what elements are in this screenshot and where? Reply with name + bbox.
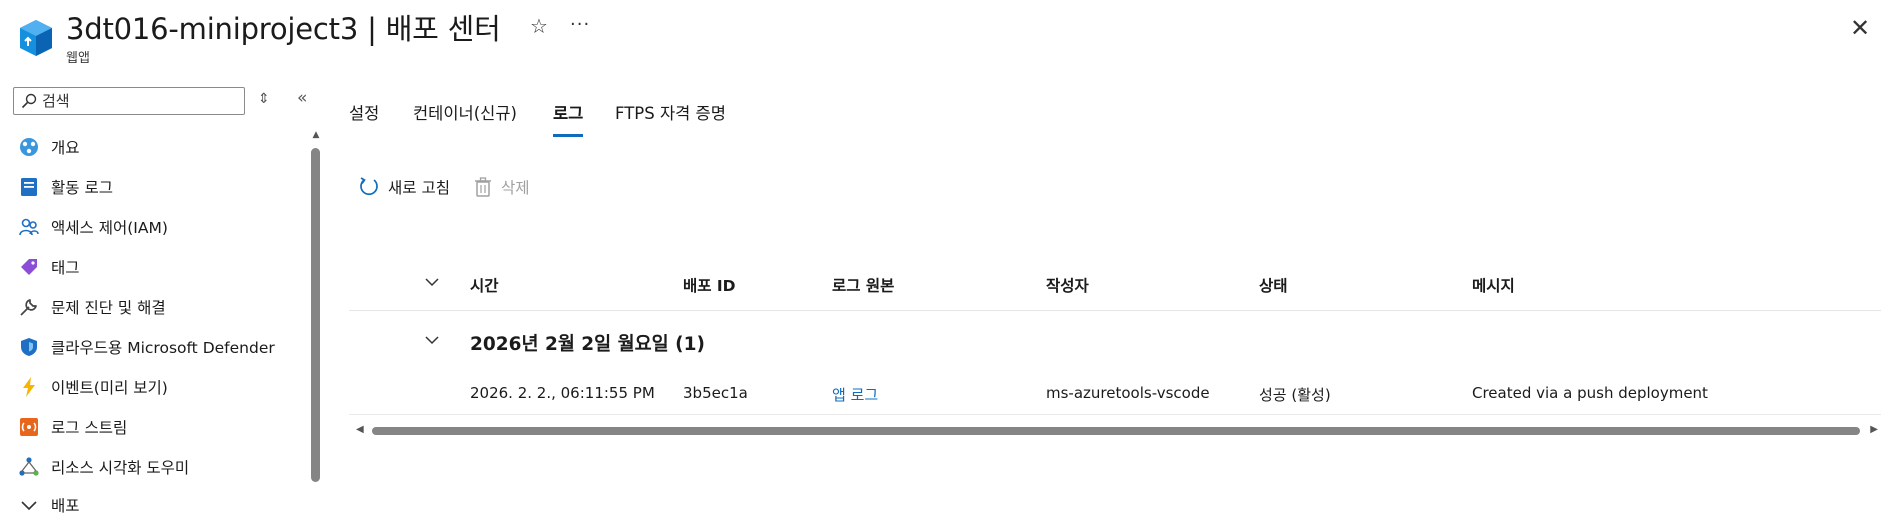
sidebar-item-label: 로그 스트림	[51, 419, 128, 437]
scroll-right-icon[interactable]: ▶	[1870, 424, 1878, 435]
sidebar-item-iam[interactable]: 액세스 제어(IAM)	[18, 212, 308, 242]
sidebar-item-diagnose[interactable]: 문제 진단 및 해결	[18, 292, 308, 322]
trash-icon	[475, 177, 491, 197]
sidebar-search-box[interactable]	[13, 87, 245, 115]
sidebar-item-events[interactable]: 이벤트(미리 보기)	[18, 372, 308, 402]
refresh-label: 새로 고침	[388, 179, 450, 197]
tab-settings[interactable]: 설정	[349, 100, 379, 124]
grid-horizontal-scrollbar[interactable]: ◀ ▶	[352, 423, 1882, 437]
column-header-author[interactable]: 작성자	[1046, 274, 1089, 296]
column-header-deployment-id[interactable]: 배포 ID	[683, 274, 736, 296]
sidebar-item-label: 개요	[51, 139, 80, 157]
cell-deployment-id: 3b5ec1a	[683, 384, 748, 402]
sidebar-item-defender[interactable]: 클라우드용 Microsoft Defender	[18, 332, 308, 362]
cell-time: 2026. 2. 2., 06:11:55 PM	[470, 384, 655, 402]
sidebar-search-input[interactable]	[42, 90, 237, 112]
sidebar-item-label: 문제 진단 및 해결	[51, 299, 166, 317]
sidebar-item-resource-visualizer[interactable]: 리소스 시각화 도우미	[18, 452, 308, 482]
column-header-message[interactable]: 메시지	[1472, 274, 1515, 296]
horizontal-scrollbar-thumb[interactable]	[372, 427, 1860, 435]
sidebar-item-label: 리소스 시각화 도우미	[51, 459, 190, 477]
log-stream-icon	[20, 418, 38, 436]
column-header-status[interactable]: 상태	[1259, 274, 1288, 296]
sidebar-item-label: 배포	[51, 497, 80, 515]
favorite-star-icon[interactable]: ☆	[530, 14, 548, 38]
sidebar-scroll-up-icon[interactable]: ▲	[310, 130, 322, 142]
collapse-all-chevron-icon[interactable]	[424, 274, 440, 294]
search-icon	[21, 93, 37, 109]
resource-visualizer-icon	[19, 457, 39, 476]
grid-header-row: 시간 배포 ID 로그 원본 작성자 상태 메시지	[349, 262, 1881, 311]
sidebar-item-label: 태그	[51, 259, 80, 277]
activity-log-icon	[21, 178, 37, 196]
tab-ftps-credentials[interactable]: FTPS 자격 증명	[615, 100, 726, 124]
sidebar-item-overview[interactable]: 개요	[18, 132, 308, 162]
lightning-icon	[23, 377, 35, 397]
app-service-cube-icon	[20, 20, 52, 56]
collapse-sidebar-icon[interactable]: «	[297, 88, 307, 108]
sidebar-group-deployment[interactable]: 배포	[18, 490, 308, 520]
tag-icon	[21, 259, 37, 275]
page-title: 3dt016-miniproject3 | 배포 센터	[66, 12, 501, 46]
wrench-icon	[20, 299, 37, 316]
table-row[interactable]: 2026. 2. 2., 06:11:55 PM 3b5ec1a 앱 로그 ms…	[349, 374, 1881, 415]
cell-status: 성공 (활성)	[1259, 386, 1331, 404]
close-icon[interactable]: ✕	[1850, 14, 1870, 42]
refresh-button[interactable]: 새로 고침	[358, 176, 450, 198]
overview-icon	[20, 138, 38, 156]
cell-message: Created via a push deployment	[1472, 384, 1708, 402]
active-tab-indicator	[553, 134, 583, 137]
sidebar-item-activity-log[interactable]: 활동 로그	[18, 172, 308, 202]
delete-label: 삭제	[501, 179, 530, 197]
defender-shield-icon	[21, 338, 37, 356]
column-header-log-source[interactable]: 로그 원본	[832, 274, 894, 296]
resource-type-label: 웹앱	[66, 51, 90, 66]
tab-logs[interactable]: 로그	[553, 100, 583, 124]
more-options-icon[interactable]: ···	[570, 14, 590, 35]
group-row[interactable]: 2026년 2월 2일 월요일 (1)	[349, 322, 1881, 362]
sort-toggle-icon[interactable]: ⇕	[258, 91, 270, 107]
sidebar-item-label: 이벤트(미리 보기)	[51, 379, 168, 397]
cell-author: ms-azuretools-vscode	[1046, 384, 1210, 402]
group-chevron-icon[interactable]	[424, 332, 440, 352]
delete-button[interactable]: 삭제	[473, 176, 530, 198]
group-label: 2026년 2월 2일 월요일 (1)	[470, 334, 705, 355]
refresh-icon	[360, 177, 378, 196]
chevron-down-icon	[21, 501, 37, 511]
scroll-left-icon[interactable]: ◀	[356, 424, 364, 435]
sidebar-item-label: 활동 로그	[51, 179, 113, 197]
sidebar-item-log-stream[interactable]: 로그 스트림	[18, 412, 308, 442]
column-header-time[interactable]: 시간	[470, 274, 499, 296]
iam-icon	[19, 218, 39, 236]
sidebar-item-tags[interactable]: 태그	[18, 252, 308, 282]
sidebar-scrollbar-thumb[interactable]	[311, 148, 320, 482]
blade-header: 3dt016-miniproject3 | 배포 센터 웹앱 ☆ ··· ✕	[0, 0, 1896, 70]
sidebar-item-label: 클라우드용 Microsoft Defender	[51, 339, 275, 357]
cell-log-source-link[interactable]: 앱 로그	[832, 384, 878, 405]
tab-containers[interactable]: 컨테이너(신규)	[413, 100, 517, 124]
sidebar-item-label: 액세스 제어(IAM)	[51, 219, 168, 237]
